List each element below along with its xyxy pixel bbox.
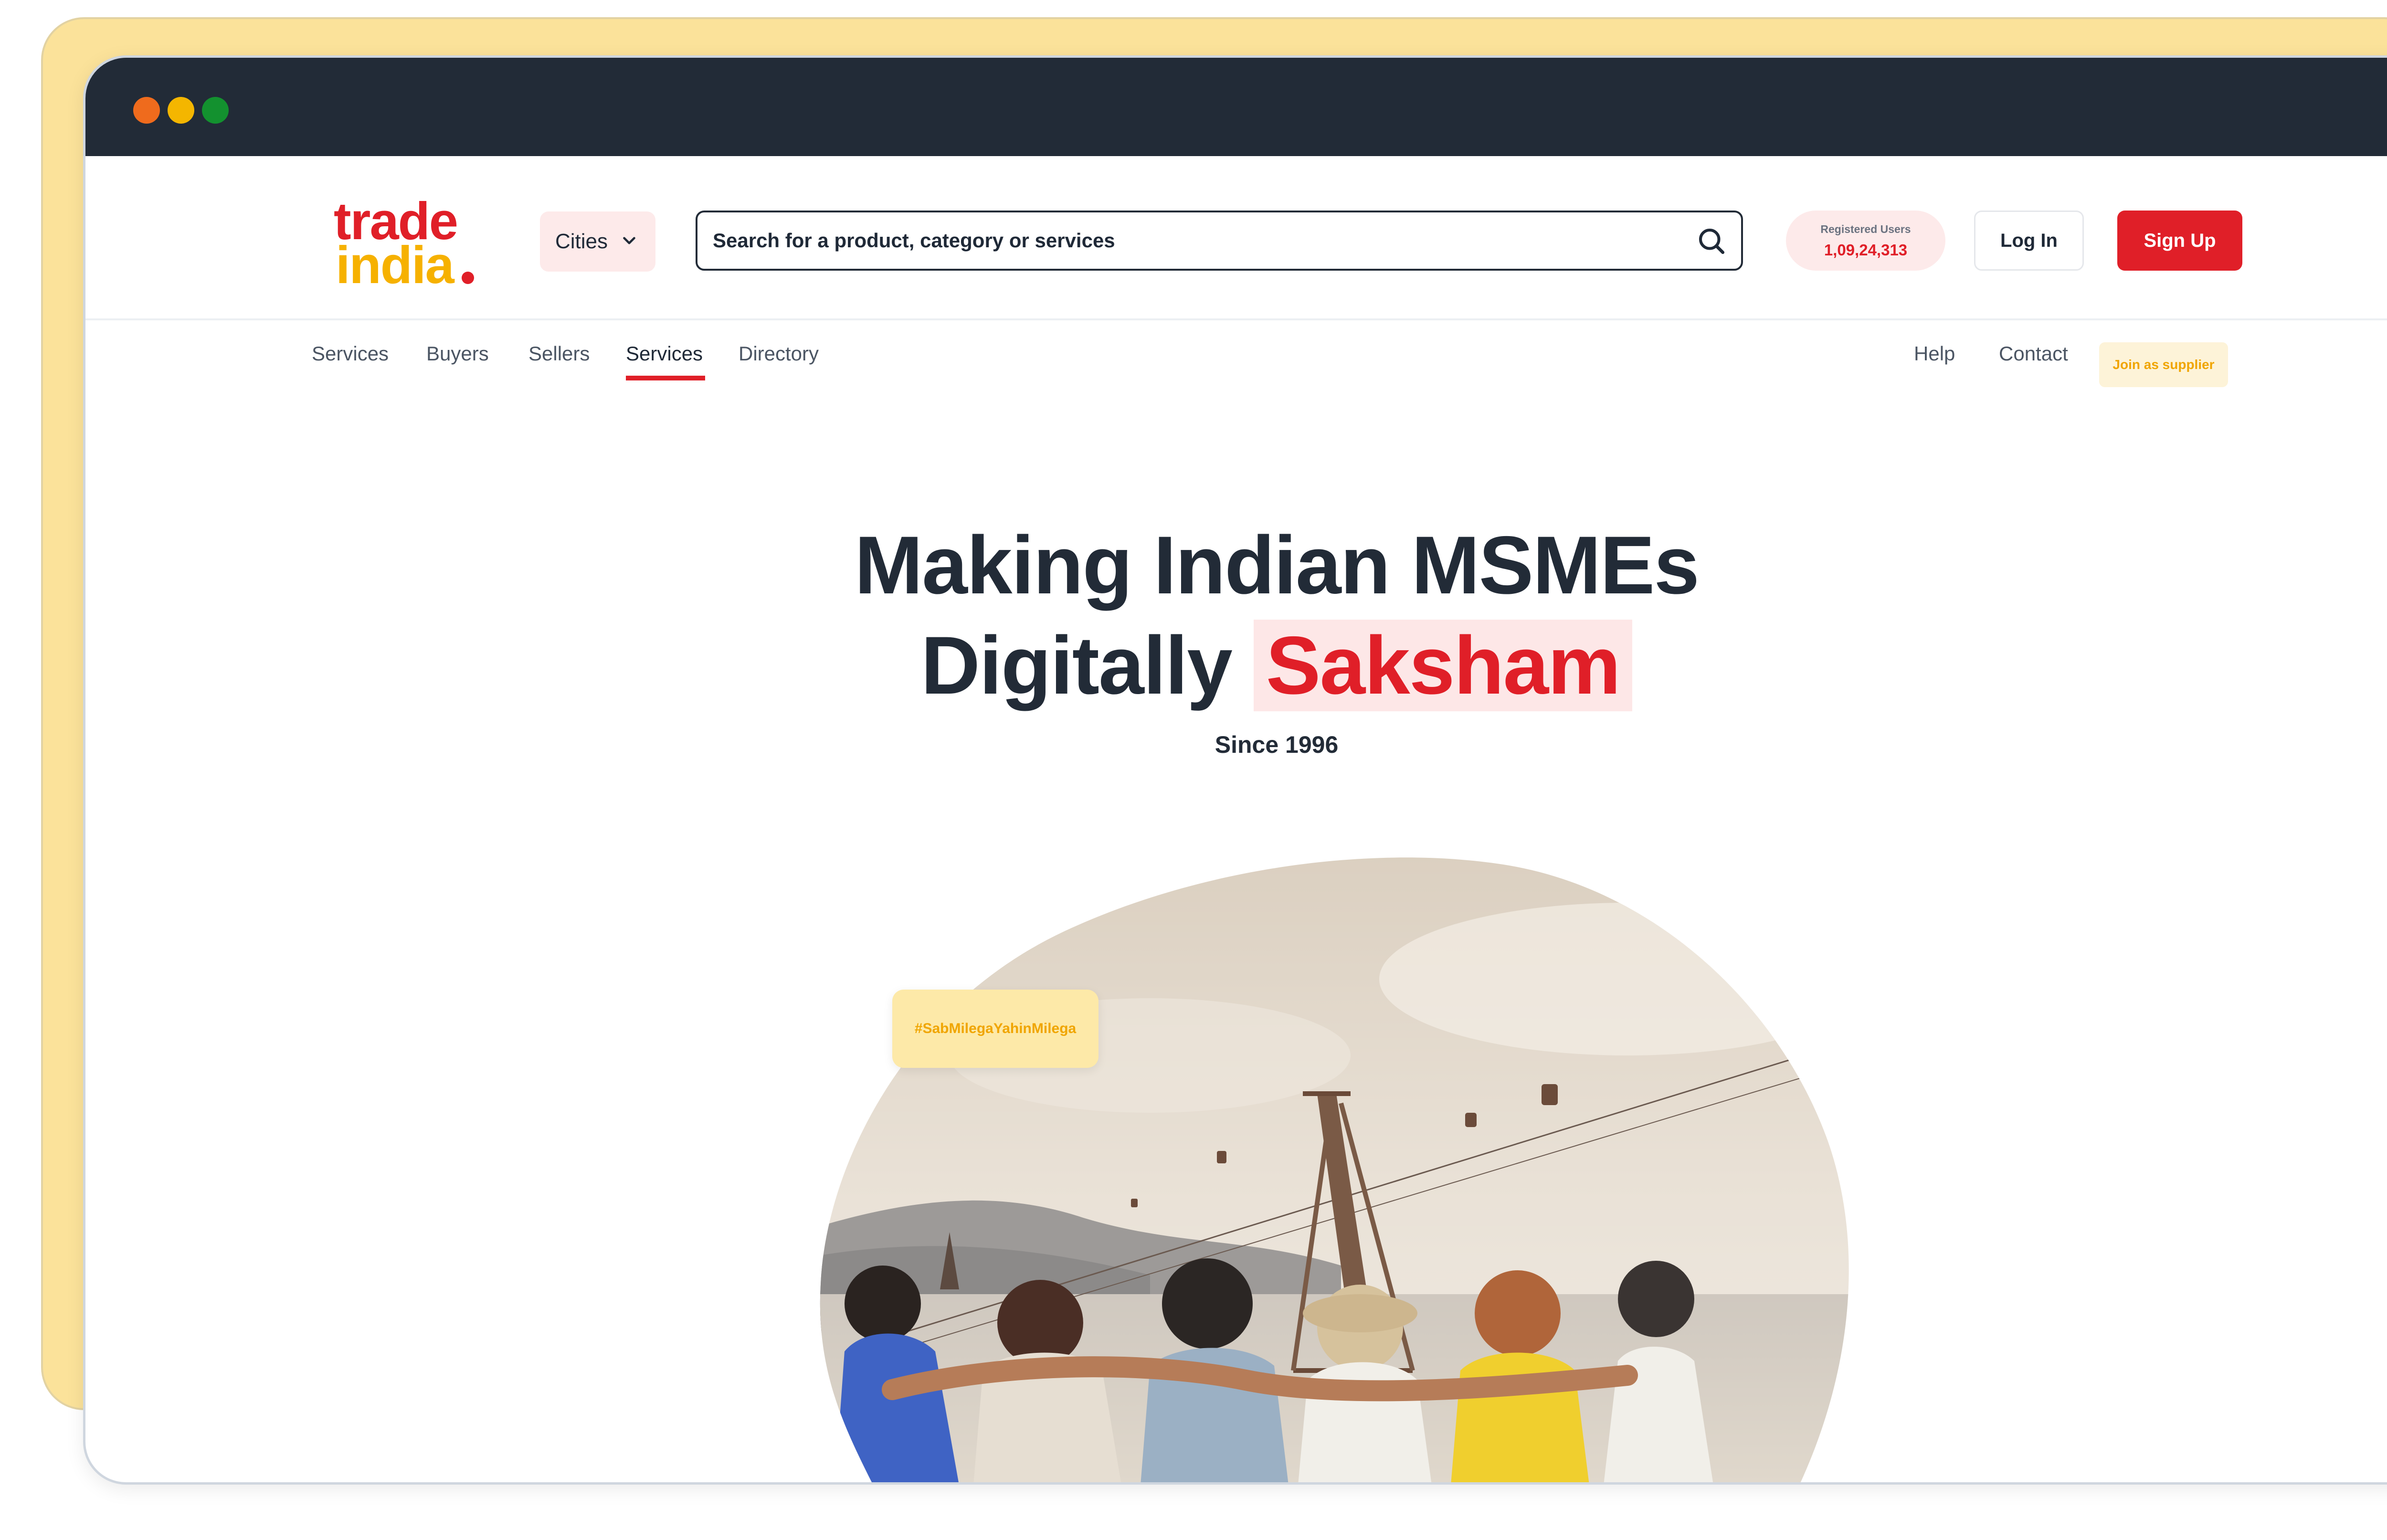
chevron-down-icon (623, 237, 635, 244)
registered-users-badge: Registered Users 1,09,24,313 (1786, 211, 1945, 271)
hero-photo (820, 857, 1849, 1482)
cities-dropdown[interactable]: Cities (540, 211, 655, 272)
window-titlebar (85, 58, 2387, 156)
login-button[interactable]: Log In (1974, 211, 2084, 271)
join-as-supplier-button[interactable]: Join as supplier (2099, 342, 2228, 387)
nav-item-services[interactable]: Services (312, 342, 389, 365)
main-nav: Services Buyers Sellers Services Directo… (85, 318, 2387, 409)
search-box (696, 211, 1743, 271)
minimize-window-dot[interactable] (168, 97, 194, 124)
cities-label: Cities (555, 230, 608, 253)
hero-title-highlight: Saksham (1253, 620, 1633, 711)
site-header: trade india Cities Registered Users 1,09… (85, 156, 2387, 320)
hero-title-line1: Making Indian MSMEs (854, 519, 1700, 611)
hero-title-line2: Digitally Saksham (85, 615, 2387, 716)
search-input[interactable] (712, 229, 1695, 253)
hero-subtitle: Since 1996 (1215, 731, 1339, 758)
registered-users-label: Registered Users (1820, 223, 1911, 235)
nav-item-contact[interactable]: Contact (1999, 342, 2068, 365)
browser-window: trade india Cities Registered Users 1,09… (83, 55, 2387, 1485)
hero-title-prefix: Digitally (920, 620, 1233, 711)
nav-item-services-active[interactable]: Services (626, 342, 703, 365)
nav-item-directory[interactable]: Directory (739, 342, 819, 365)
maximize-window-dot[interactable] (202, 97, 229, 124)
search-icon[interactable] (1695, 225, 1727, 256)
nav-item-buyers[interactable]: Buyers (426, 342, 489, 365)
close-window-dot[interactable] (133, 97, 160, 124)
hashtag-badge: #SabMilegaYahinMilega (892, 990, 1098, 1068)
active-tab-underline (626, 376, 705, 380)
logo-dot (462, 272, 474, 284)
nav-item-sellers[interactable]: Sellers (528, 342, 590, 365)
logo-text-india: india (336, 236, 454, 295)
registered-users-count: 1,09,24,313 (1824, 241, 1908, 259)
signup-button[interactable]: Sign Up (2117, 211, 2242, 271)
nav-item-help[interactable]: Help (1914, 342, 1955, 365)
hero-title: Making Indian MSMEs Digitally Saksham (85, 515, 2387, 716)
tradeindia-logo[interactable]: trade india (334, 195, 477, 292)
